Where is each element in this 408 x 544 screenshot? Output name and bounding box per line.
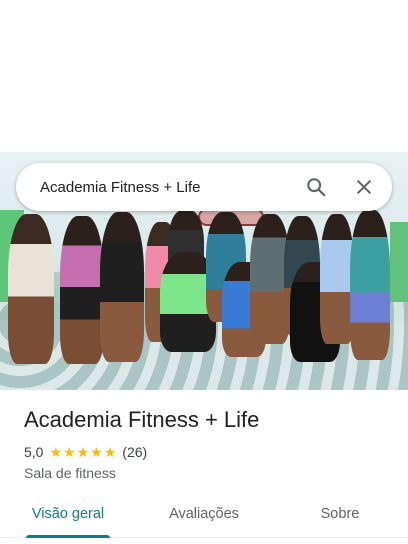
star-icon: ★ bbox=[76, 444, 90, 460]
rating-stars: ★ ★ ★ ★ ★ bbox=[49, 445, 116, 459]
close-icon[interactable] bbox=[344, 167, 384, 207]
star-icon: ★ bbox=[103, 444, 117, 460]
place-title: Academia Fitness + Life bbox=[24, 407, 260, 432]
photo-person bbox=[60, 216, 104, 364]
star-icon: ★ bbox=[63, 444, 76, 460]
search-query-text[interactable]: Academia Fitness + Life bbox=[40, 179, 296, 196]
photo-person bbox=[350, 210, 390, 360]
tab-reviews[interactable]: Avaliações bbox=[136, 498, 272, 537]
search-icon[interactable] bbox=[296, 167, 336, 207]
tab-label: Visão geral bbox=[31, 506, 105, 522]
active-tab-indicator bbox=[26, 535, 110, 538]
review-count[interactable]: (26) bbox=[122, 444, 147, 460]
tab-label: Avaliações bbox=[169, 506, 239, 522]
star-icon: ★ bbox=[49, 444, 63, 460]
tab-about[interactable]: Sobre bbox=[272, 498, 408, 537]
photo-person bbox=[100, 212, 144, 362]
photo-person bbox=[8, 214, 54, 364]
search-bar[interactable]: Academia Fitness + Life bbox=[16, 163, 392, 211]
place-tabs: Visão geral Avaliações Sobre bbox=[0, 498, 408, 538]
photo-person bbox=[320, 214, 354, 344]
tab-overview[interactable]: Visão geral bbox=[0, 498, 136, 538]
rating-row[interactable]: 5,0 ★ ★ ★ ★ ★ (26) bbox=[24, 444, 147, 460]
place-category: Sala de fitness bbox=[24, 465, 116, 481]
map-blank-area bbox=[0, 0, 408, 152]
rating-value: 5,0 bbox=[24, 444, 44, 460]
tab-label: Sobre bbox=[320, 506, 360, 522]
star-icon: ★ bbox=[90, 444, 103, 460]
